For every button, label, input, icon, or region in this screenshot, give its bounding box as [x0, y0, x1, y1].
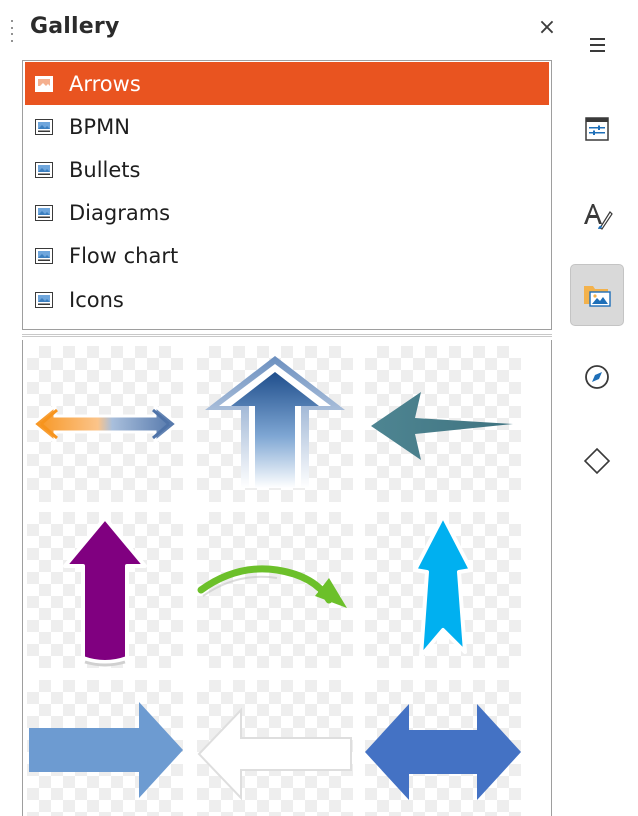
- hamburger-menu-icon: [590, 38, 605, 52]
- gallery-item-left-arrow-outline[interactable]: [197, 680, 353, 816]
- gallery-item-double-arrow[interactable]: [27, 346, 183, 502]
- tab-styles[interactable]: [570, 184, 624, 246]
- right-arrow-steel-blue-icon: [29, 702, 183, 798]
- shapes-icon: [583, 447, 611, 475]
- gallery-item-up-arrow-cyan[interactable]: [365, 512, 521, 668]
- gallery-theme-icon: [35, 205, 53, 222]
- tab-navigator[interactable]: [570, 346, 624, 408]
- gallery-theme-icon: [35, 75, 53, 92]
- gallery-icon: [584, 286, 611, 307]
- gallery-item-left-arrow-teal[interactable]: [365, 346, 521, 502]
- left-arrow-white-outline-icon: [197, 707, 352, 801]
- theme-item-bullets[interactable]: Bullets: [25, 148, 549, 191]
- theme-item-icons[interactable]: Icons: [25, 278, 549, 321]
- close-deck-button[interactable]: ×: [537, 16, 557, 40]
- theme-item-bpmn[interactable]: BPMN: [25, 105, 549, 148]
- sidebar-tab-bar: [562, 0, 638, 816]
- theme-item-label: Diagrams: [69, 201, 171, 226]
- theme-item-label: Flow chart: [69, 244, 179, 269]
- gallery-item-double-arrow-royal[interactable]: [365, 680, 521, 816]
- gallery-theme-icon: [35, 118, 53, 135]
- theme-item-flow-chart[interactable]: Flow chart: [25, 235, 549, 278]
- gallery-item-view[interactable]: [22, 340, 552, 816]
- theme-item-label: BPMN: [69, 114, 130, 139]
- tab-gallery[interactable]: [570, 264, 624, 326]
- theme-item-arrows[interactable]: Arrows: [25, 62, 549, 106]
- up-arrow-cyan-icon: [413, 514, 473, 658]
- tab-properties[interactable]: [570, 98, 624, 160]
- tab-shapes[interactable]: [570, 430, 624, 492]
- gallery-item-up-arrow-purple[interactable]: [27, 512, 183, 668]
- deck-title: Gallery: [30, 14, 120, 39]
- curved-arrow-green-icon: [197, 565, 347, 608]
- navigator-icon: [585, 365, 609, 389]
- up-arrow-gradient-blue-icon: [205, 356, 345, 488]
- theme-item-diagrams[interactable]: Diagrams: [25, 192, 549, 235]
- gallery-theme-icon: [35, 291, 53, 308]
- up-arrow-purple-icon: [63, 516, 147, 667]
- left-arrow-teal-icon: [371, 392, 513, 460]
- gallery-theme-icon: [35, 248, 53, 265]
- tab-menu[interactable]: [570, 14, 624, 76]
- theme-item-label: Bullets: [69, 157, 141, 182]
- properties-icon: [585, 117, 609, 141]
- gallery-theme-icon: [35, 161, 53, 178]
- gallery-item-curved-arrow-green[interactable]: [197, 512, 353, 668]
- theme-item-label: Arrows: [69, 71, 141, 96]
- pane-splitter[interactable]: [22, 334, 552, 337]
- deck-grip-handle[interactable]: [10, 20, 14, 42]
- styles-icon: [584, 204, 613, 230]
- gallery-item-up-arrow-gradient[interactable]: [197, 346, 353, 502]
- gallery-item-right-arrow-steel[interactable]: [27, 680, 183, 816]
- double-arrow-orange-blue-icon: [30, 402, 180, 446]
- theme-item-label: Icons: [69, 287, 124, 312]
- gallery-theme-list[interactable]: Arrows BPMN Bullets Diagrams Flow chart …: [22, 60, 552, 330]
- double-arrow-royal-blue-icon: [365, 704, 521, 800]
